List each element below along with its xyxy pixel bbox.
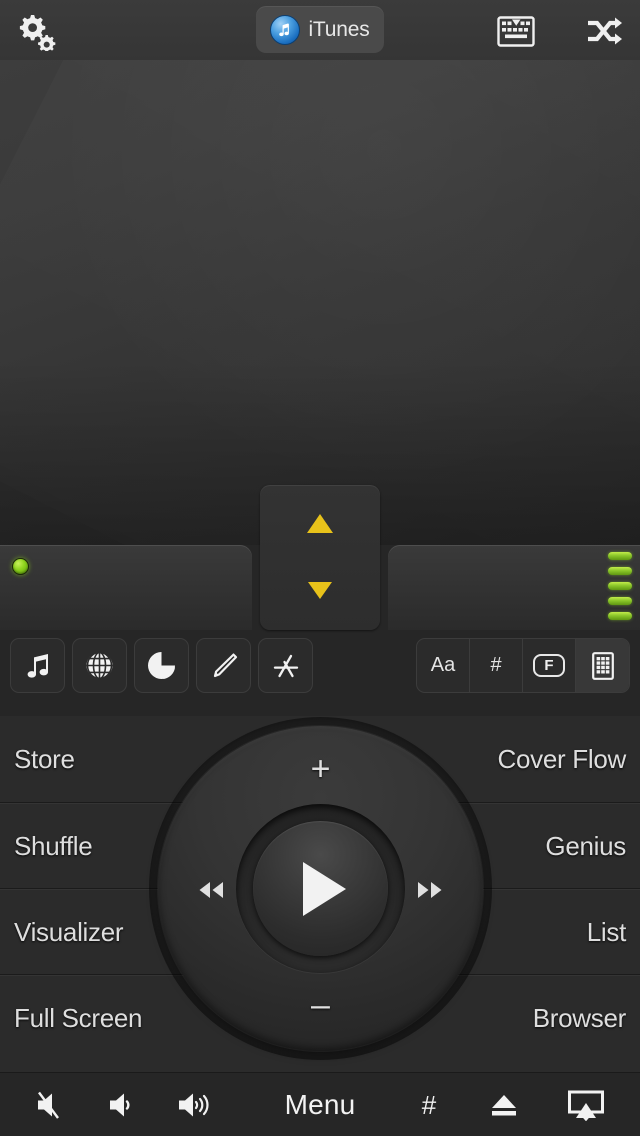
source-button-group [10,638,313,693]
menu-item-label: List [586,916,627,947]
view-number-button[interactable]: # [470,639,523,692]
f-key-icon: F [533,654,565,677]
globe-icon [85,651,114,680]
eject-icon [487,1089,521,1121]
gears-icon [15,11,57,51]
menu-item-label: Shuffle [14,830,93,861]
volume-down-button[interactable] [90,1073,158,1136]
volume-up-icon [176,1089,216,1121]
volume-up-button[interactable] [162,1073,230,1136]
bottom-toolbar: Menu # [0,1072,640,1136]
remote-app-root: iTunes Aa # F Store Cover Flow Shuffle G… [0,0,640,1136]
itunes-logo-icon [270,14,301,45]
mute-button[interactable] [18,1073,86,1136]
settings-button[interactable] [10,8,62,54]
fast-forward-icon [413,880,447,900]
source-podcast-button[interactable] [134,638,189,693]
rewind-icon [194,880,228,900]
click-wheel: + – [149,717,492,1060]
source-internet-button[interactable] [72,638,127,693]
triangle-down-icon [308,581,332,599]
menu-button[interactable]: Menu [240,1073,400,1136]
view-fkey-button[interactable]: F [523,639,576,692]
airplay-icon [567,1089,605,1121]
volume-up-button[interactable]: + [288,748,353,790]
source-music-button[interactable] [10,638,65,693]
display-screen[interactable] [0,60,640,545]
menu-item-label: Genius [545,830,626,861]
menu-item-label: Store [14,743,75,774]
view-text-size-button[interactable]: Aa [417,639,470,692]
volume-down-icon [106,1089,142,1121]
airplay-button[interactable] [552,1073,620,1136]
screen-gloss [0,60,640,545]
minus-icon: – [311,986,330,1024]
view-grid-button[interactable] [576,639,629,692]
hide-keyboard-button[interactable] [490,8,542,54]
grid-view-icon [591,651,614,680]
menu-button-label: Menu [284,1089,356,1120]
numeric-keypad-button[interactable]: # [398,1073,460,1136]
app-store-icon [271,651,301,681]
menu-item-label: Full Screen [14,1002,143,1033]
signal-meter [608,552,632,620]
meter-bar [608,582,632,590]
scroll-down-button[interactable] [260,570,380,610]
music-note-icon [24,652,52,680]
pie-chart-icon [147,651,176,680]
screen-vignette [0,60,640,545]
meter-bar [608,612,632,620]
plus-icon: + [310,750,331,788]
top-bar: iTunes [0,0,640,60]
play-icon [303,861,346,916]
status-strip-left [0,545,252,630]
eject-button[interactable] [470,1073,538,1136]
menu-item-label: Browser [532,1002,627,1033]
power-led-icon [12,558,29,575]
toolbar-icon-row: Aa # F [0,630,640,716]
menu-item-label: Visualizer [14,916,124,947]
number-icon: # [421,1089,437,1120]
view-button-group: Aa # F [416,638,630,693]
volume-down-button[interactable]: – [288,984,353,1026]
view-text-size-label: Aa [430,654,456,676]
play-pause-button[interactable] [253,821,388,956]
app-selector-label: iTunes [308,17,370,41]
pencil-icon [209,651,239,681]
status-strip-right [388,545,640,630]
hide-keyboard-icon [497,15,535,47]
next-track-button[interactable] [399,866,461,914]
meter-bar [608,567,632,575]
volume-mute-icon [34,1089,70,1121]
scroll-pad [260,485,380,630]
meter-bar [608,597,632,605]
shuffle-button[interactable] [578,8,630,54]
shuffle-icon [586,16,622,46]
menu-item-label: Cover Flow [497,743,627,774]
app-selector-button[interactable]: iTunes [256,6,384,53]
view-number-label: # [490,654,502,676]
source-app-store-button[interactable] [258,638,313,693]
scroll-up-button[interactable] [260,503,380,543]
source-edit-button[interactable] [196,638,251,693]
meter-bar [608,552,632,560]
previous-track-button[interactable] [180,866,242,914]
triangle-up-icon [307,513,333,533]
